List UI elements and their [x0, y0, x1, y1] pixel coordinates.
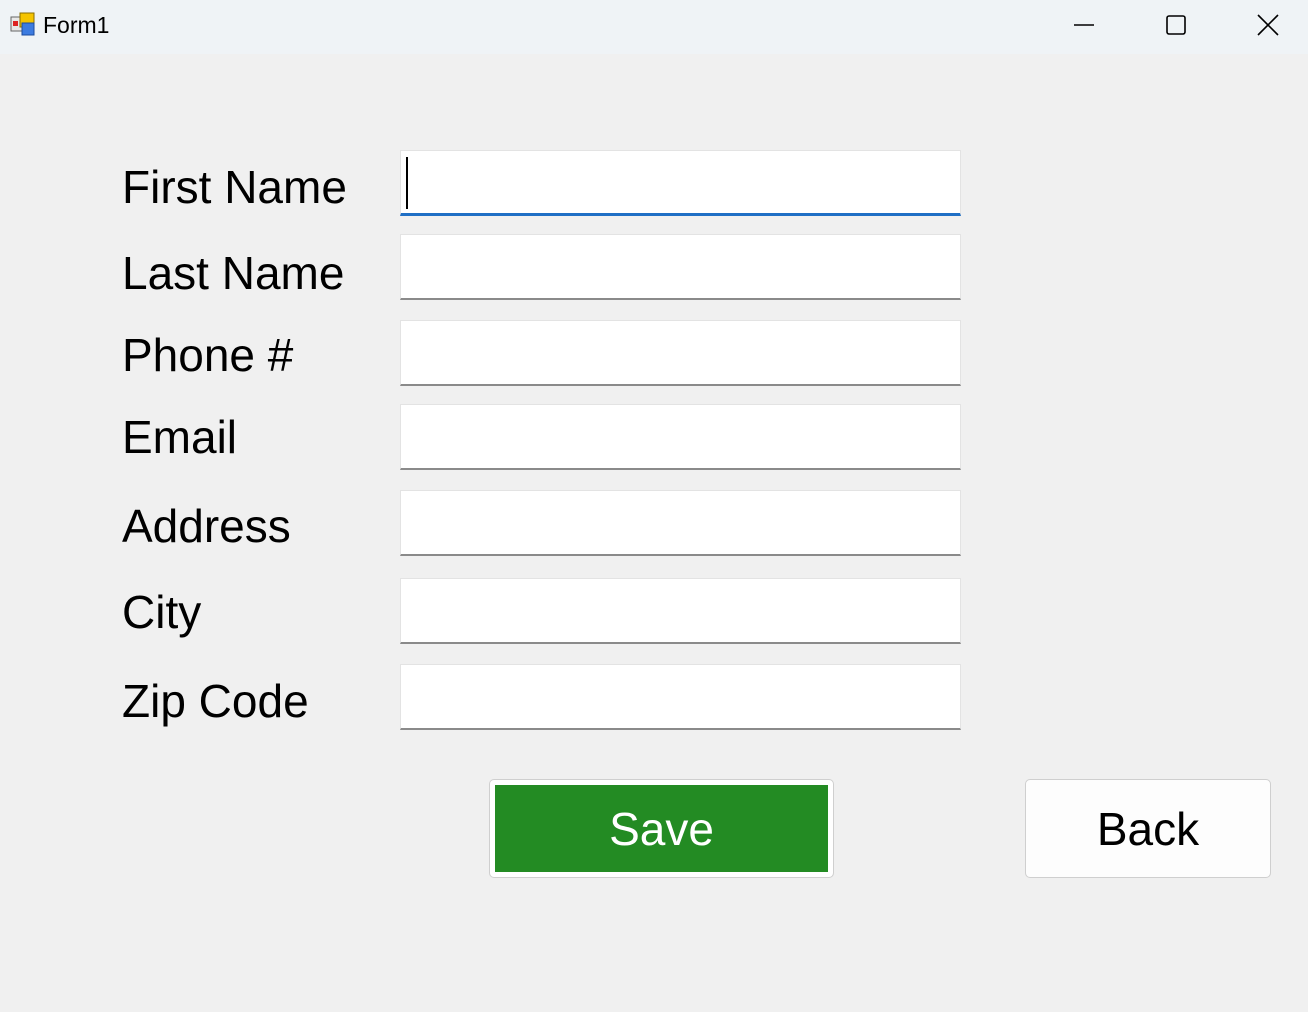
- first-name-label: First Name: [122, 161, 347, 213]
- title-bar[interactable]: Form1: [0, 0, 1308, 54]
- zip-code-label: Zip Code: [122, 675, 309, 727]
- address-input[interactable]: [400, 490, 961, 556]
- save-button[interactable]: Save: [489, 779, 834, 878]
- first-name-input[interactable]: [400, 150, 961, 216]
- maximize-button[interactable]: [1130, 0, 1222, 50]
- close-button[interactable]: [1222, 0, 1308, 50]
- text-caret: [406, 157, 408, 209]
- back-button[interactable]: Back: [1025, 779, 1271, 878]
- city-input[interactable]: [400, 578, 961, 644]
- address-label: Address: [122, 500, 291, 552]
- email-label: Email: [122, 411, 238, 463]
- last-name-input[interactable]: [400, 234, 961, 300]
- email-input[interactable]: [400, 404, 961, 470]
- phone-input[interactable]: [400, 320, 961, 386]
- winforms-app-icon: [10, 12, 35, 36]
- save-button-label: Save: [495, 785, 828, 872]
- minimize-icon: [1074, 24, 1094, 26]
- phone-label: Phone #: [122, 329, 294, 381]
- zip-code-input[interactable]: [400, 664, 961, 730]
- maximize-icon: [1166, 15, 1186, 35]
- form1-window: Form1 First Name Last Name Phone # Email…: [0, 0, 1308, 1012]
- last-name-label: Last Name: [122, 247, 345, 299]
- minimize-button[interactable]: [1038, 0, 1130, 50]
- close-icon: [1257, 14, 1279, 36]
- window-title: Form1: [43, 12, 110, 38]
- city-label: City: [122, 586, 202, 638]
